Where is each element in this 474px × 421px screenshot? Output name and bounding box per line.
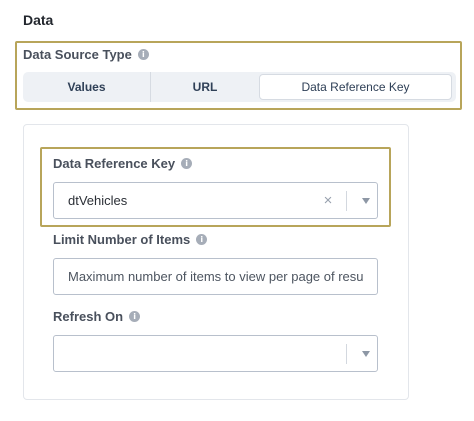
data-reference-key-select[interactable]: dtVehicles × <box>53 182 378 219</box>
data-source-type-label-row: Data Source Type i <box>23 47 149 62</box>
info-icon[interactable]: i <box>137 49 149 60</box>
refresh-on-label-row: Refresh On i <box>53 309 141 324</box>
refresh-on-select[interactable] <box>53 335 378 372</box>
chevron-down-icon[interactable] <box>355 350 377 357</box>
segment-values[interactable]: Values <box>23 72 151 102</box>
info-icon[interactable]: i <box>129 311 141 322</box>
data-source-type-segmented-control: Values URL Data Reference Key <box>23 72 456 102</box>
section-title: Data <box>23 12 54 28</box>
limit-items-label-row: Limit Number of Items i <box>53 232 208 247</box>
limit-items-input[interactable] <box>53 258 378 295</box>
select-divider <box>346 190 347 211</box>
data-reference-key-value: dtVehicles <box>68 193 128 208</box>
segment-data-reference-key[interactable]: Data Reference Key <box>259 74 452 100</box>
segment-url[interactable]: URL <box>151 72 259 102</box>
data-source-type-label: Data Source Type <box>23 47 132 62</box>
refresh-on-label: Refresh On <box>53 309 124 324</box>
data-reference-key-label-row: Data Reference Key i <box>53 156 193 171</box>
limit-items-label: Limit Number of Items <box>53 232 191 247</box>
chevron-down-icon[interactable] <box>355 197 377 204</box>
close-icon[interactable]: × <box>316 192 340 209</box>
info-icon[interactable]: i <box>196 234 208 245</box>
info-icon[interactable]: i <box>181 158 193 169</box>
select-divider <box>346 343 347 364</box>
data-reference-key-label: Data Reference Key <box>53 156 176 171</box>
